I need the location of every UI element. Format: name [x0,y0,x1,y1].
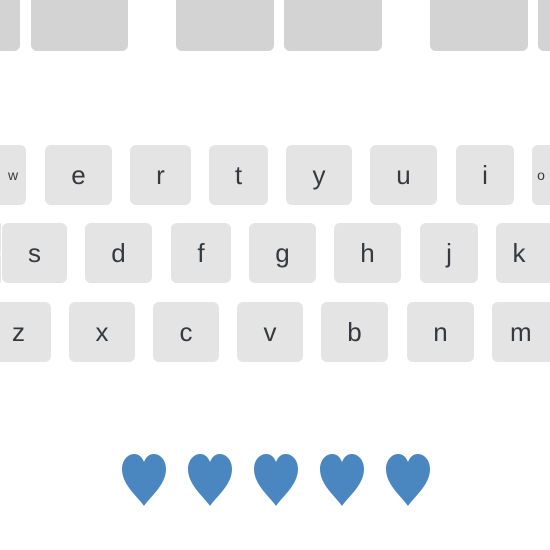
key-y[interactable]: y [286,145,352,205]
heart-icon [186,453,234,507]
key-m[interactable]: m [492,302,550,362]
key-h[interactable]: h [334,223,401,283]
key-j[interactable]: j [420,223,478,283]
key-t[interactable]: t [209,145,268,205]
key-z[interactable]: z [0,302,51,362]
key-r[interactable]: r [130,145,191,205]
heart-icon [318,453,366,507]
key-w[interactable]: w [0,145,26,205]
key-b[interactable]: b [321,302,388,362]
letter-tile [0,0,20,51]
key-x[interactable]: x [69,302,135,362]
heart-icon [252,453,300,507]
letter-tile [31,0,128,51]
key-k[interactable]: k [496,223,550,283]
key-n[interactable]: n [407,302,474,362]
letter-tile [284,0,382,51]
key-d[interactable]: d [85,223,152,283]
key-a[interactable]: a [0,223,3,283]
key-e[interactable]: e [45,145,112,205]
key-o[interactable]: o [532,145,550,205]
letter-tile [176,0,274,51]
key-u[interactable]: u [370,145,437,205]
key-s[interactable]: s [2,223,67,283]
letter-tile [538,0,550,51]
key-i[interactable]: i [456,145,514,205]
heart-icon [384,453,432,507]
key-v[interactable]: v [237,302,303,362]
key-g[interactable]: g [249,223,316,283]
heart-icon [120,453,168,507]
key-f[interactable]: f [171,223,231,283]
letter-tile [430,0,528,51]
key-c[interactable]: c [153,302,219,362]
